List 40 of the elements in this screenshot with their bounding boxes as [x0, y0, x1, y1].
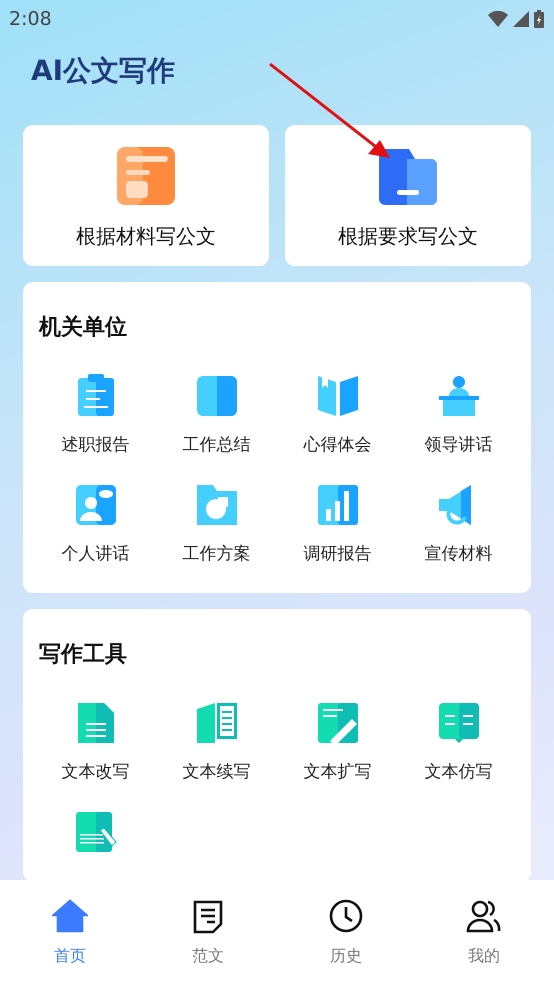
write-card[interactable]: 根据材料写公文 [23, 125, 269, 266]
pen-icon [316, 701, 360, 745]
signal-icon [513, 11, 529, 27]
folder-icon [379, 147, 437, 205]
category-item[interactable]: 文本扩写 [277, 701, 398, 783]
category-item[interactable]: 文本续写 [156, 701, 277, 783]
write-card[interactable]: 根据要求写公文 [285, 125, 531, 266]
pencil-document-icon [74, 810, 118, 854]
pie-chart-icon [194, 483, 238, 527]
battery-icon [534, 10, 544, 28]
category-item[interactable]: 工作总结 [156, 374, 277, 456]
nav-tab[interactable]: 我的 [446, 880, 522, 984]
category-item[interactable]: 工作方案 [156, 483, 277, 565]
category-item[interactable]: 领导讲话 [398, 374, 519, 456]
app-title: AI公文写作 [31, 53, 176, 89]
category-item[interactable]: 宣传材料 [398, 483, 519, 565]
section-title: 机关单位 [39, 314, 128, 342]
wifi-icon [488, 11, 508, 27]
open-book-icon [436, 701, 480, 745]
category-item[interactable]: 文本改写 [35, 701, 156, 783]
open-book-icon [194, 701, 238, 745]
home-icon [52, 898, 88, 934]
category-item[interactable]: 心得体会 [277, 374, 398, 456]
book-icon [316, 374, 360, 418]
document-icon [117, 147, 175, 205]
clock-icon [328, 898, 364, 934]
category-item[interactable]: 个人讲话 [35, 483, 156, 565]
bar-chart-icon [316, 483, 360, 527]
square-icon [194, 374, 238, 418]
category-item[interactable]: 文本仿写 [398, 701, 519, 783]
section-title: 写作工具 [39, 641, 128, 669]
status-time: 2:08 [9, 8, 52, 30]
category-item[interactable]: 调研报告 [277, 483, 398, 565]
nav-tab[interactable]: 首页 [32, 880, 108, 984]
nav-tab[interactable]: 范文 [170, 880, 246, 984]
speaker-icon [74, 483, 118, 527]
category-item[interactable]: 述职报告 [35, 374, 156, 456]
people-icon [466, 898, 502, 934]
nav-tab[interactable]: 历史 [308, 880, 384, 984]
podium-icon [436, 374, 480, 418]
